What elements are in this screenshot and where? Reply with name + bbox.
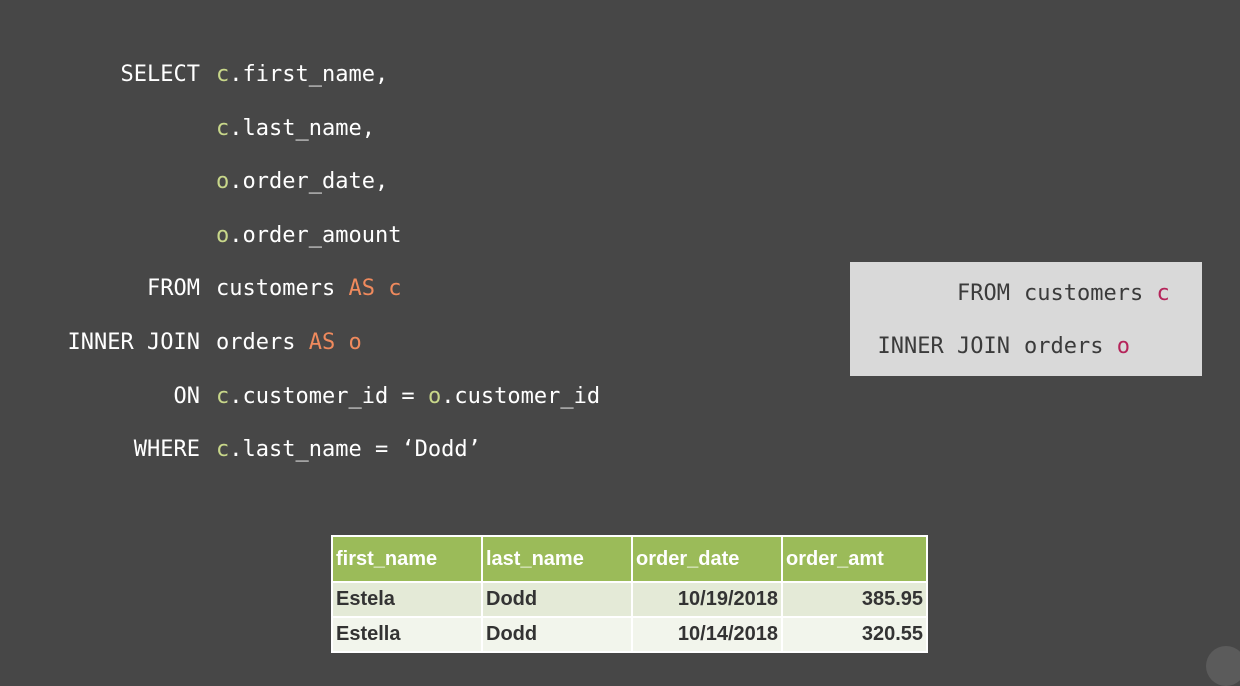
table-header-row: first_name last_name order_date order_am… [331, 535, 928, 583]
as-alias-token: AS c [348, 276, 402, 301]
table-cell: 10/19/2018 [631, 581, 783, 618]
code-token: .last_name = ‘Dodd’ [229, 437, 481, 462]
alias-token: c [216, 116, 230, 141]
callout-line-inner-join: INNER JOIN orders o [850, 327, 1202, 367]
table-cell: Dodd [481, 581, 633, 618]
code-rest: o.order_amount [216, 216, 401, 256]
table-cell: 10/14/2018 [631, 616, 783, 653]
table-cell: Dodd [481, 616, 633, 653]
column-header: order_date [631, 535, 783, 583]
alias-token: c [1156, 281, 1170, 306]
code-token: .customer_id = [229, 384, 428, 409]
code-line-from: FROM customers AS c [0, 269, 800, 309]
code-token: customers [1024, 281, 1157, 306]
code-line-on: ON c.customer_id = o.customer_id [0, 377, 800, 417]
code-token: .order_date, [229, 169, 389, 194]
code-rest: o.order_date, [216, 162, 388, 202]
code-line-where: WHERE c.last_name = ‘Dodd’ [0, 430, 800, 470]
sql-keyword: ON [173, 384, 201, 409]
code-rest: c.first_name, [216, 55, 388, 95]
table-row: Estela Dodd 10/19/2018 385.95 [331, 581, 928, 618]
code-token: .first_name, [229, 62, 389, 87]
callout-line-from: FROM customers c [850, 274, 1202, 314]
alias-token: o [216, 223, 230, 248]
sql-keyword: SELECT [120, 62, 200, 87]
code-token: .last_name, [229, 116, 375, 141]
alias-token: o [427, 384, 442, 409]
code-line-select-col4: o.order_amount [0, 216, 800, 256]
code-rest: c.last_name, [216, 109, 375, 149]
alias-shorthand-callout: FROM customers c INNER JOIN orders o [850, 262, 1202, 376]
sql-keyword: INNER JOIN [877, 334, 1010, 359]
code-token: .customer_id [441, 384, 601, 409]
alias-token: c [216, 437, 230, 462]
code-rest: orders AS o [216, 323, 362, 363]
code-line-select-col2: c.last_name, [0, 109, 800, 149]
code-token: orders [1024, 334, 1117, 359]
alias-token: c [216, 384, 230, 409]
column-header: first_name [331, 535, 483, 583]
callout-rest: orders o [1024, 327, 1130, 367]
alias-token: c [216, 62, 230, 87]
code-token: orders [216, 330, 309, 355]
code-line-inner-join: INNER JOIN orders AS o [0, 323, 800, 363]
player-logo-icon[interactable] [1206, 646, 1240, 686]
code-rest: c.last_name = ‘Dodd’ [216, 430, 481, 470]
column-header: order_amt [781, 535, 928, 583]
callout-rest: customers c [1024, 274, 1170, 314]
sql-query-code: SELECT c.first_name, c.last_name, o.orde… [0, 0, 800, 480]
sql-keyword: FROM [957, 281, 1010, 306]
code-line-select-col3: o.order_date, [0, 162, 800, 202]
query-result-table: first_name last_name order_date order_am… [331, 535, 928, 653]
sql-keyword: INNER JOIN [67, 330, 200, 355]
alias-token: o [216, 169, 230, 194]
code-token: customers [216, 276, 349, 301]
alias-token: o [1116, 334, 1130, 359]
table-cell: Estela [331, 581, 483, 618]
code-rest: customers AS c [216, 269, 401, 309]
table-cell: Estella [331, 616, 483, 653]
table-row: Estella Dodd 10/14/2018 320.55 [331, 616, 928, 653]
sql-keyword: FROM [147, 276, 200, 301]
code-rest: c.customer_id = o.customer_id [216, 377, 600, 417]
column-header: last_name [481, 535, 633, 583]
sql-keyword: WHERE [133, 437, 200, 462]
table-cell: 320.55 [781, 616, 928, 653]
table-cell: 385.95 [781, 581, 928, 618]
code-line-select: SELECT c.first_name, [0, 55, 800, 95]
code-token: .order_amount [229, 223, 402, 248]
as-alias-token: AS o [308, 330, 362, 355]
